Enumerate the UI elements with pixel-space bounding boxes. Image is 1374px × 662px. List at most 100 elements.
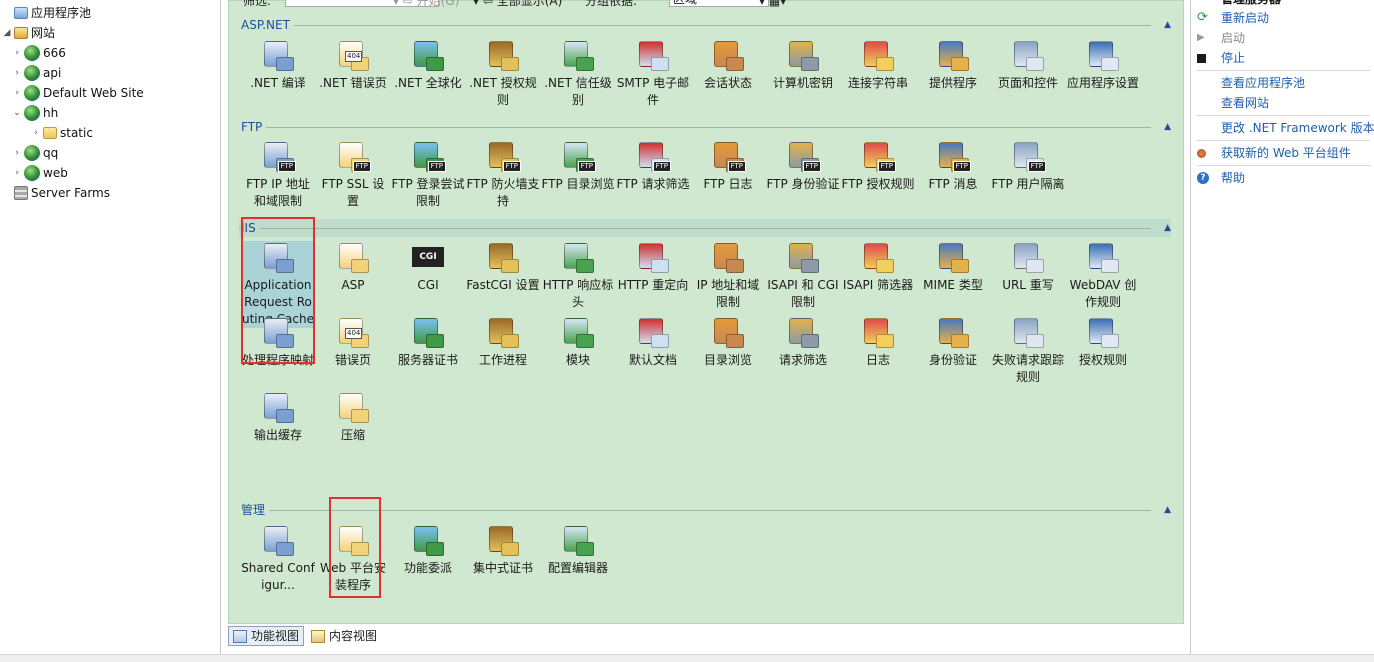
feature-item[interactable]: 日志 (841, 316, 915, 369)
feature-item[interactable]: 应用程序设置 (1066, 39, 1140, 92)
tree-node-site-hh[interactable]: ⌄ hh (12, 103, 58, 123)
chevron-right-icon[interactable]: › (12, 43, 22, 63)
feature-item[interactable]: 会话状态 (691, 39, 765, 92)
feature-item[interactable]: .NET 全球化 (391, 39, 465, 92)
get-web-platform-components-link[interactable]: 获取新的 Web 平台组件 (1197, 144, 1351, 162)
feature-item[interactable]: 处理程序映射 (241, 316, 315, 369)
feature-item[interactable]: ASP (316, 241, 390, 294)
tree-node-site-default[interactable]: › Default Web Site (12, 83, 144, 103)
tree-node-folder-static[interactable]: › static (31, 123, 93, 143)
collapse-icon[interactable]: ▲ (1164, 118, 1171, 136)
feature-item[interactable]: 集中式证书 (466, 524, 540, 577)
icon-overlay (651, 259, 669, 273)
show-all-button[interactable]: ▾ ⇦ 全部显示(A) (473, 0, 562, 9)
feature-item[interactable]: 连接字符串 (841, 39, 915, 92)
feature-item[interactable]: FTP FTP SSL 设置 (316, 140, 390, 210)
feature-item[interactable]: IP 地址和域限制 (691, 241, 765, 311)
feature-item[interactable]: FTP FTP 日志 (691, 140, 765, 193)
start-link[interactable]: ▶ 启动 (1197, 29, 1245, 47)
tab-content-view[interactable]: 内容视图 (306, 626, 382, 646)
section-title: ASP.NET (241, 18, 294, 32)
feature-item[interactable]: 页面和控件 (991, 39, 1065, 92)
section-header-aspnet[interactable]: ASP.NET ▲ (241, 16, 1171, 34)
view-sites-link[interactable]: 查看网站 (1221, 94, 1269, 112)
ftp-badge: FTP (277, 161, 296, 172)
tree-node-site-web[interactable]: › web (12, 163, 68, 183)
feature-item[interactable]: 失败请求跟踪规则 (991, 316, 1065, 386)
feature-item[interactable]: FTP FTP 消息 (916, 140, 990, 193)
feature-item[interactable]: 404 错误页 (316, 316, 390, 369)
feature-item[interactable]: 功能委派 (391, 524, 465, 577)
feature-item[interactable]: HTTP 重定向 (616, 241, 690, 294)
feature-item[interactable]: 404 .NET 错误页 (316, 39, 390, 92)
feature-item[interactable]: Shared Configur... (241, 524, 315, 594)
feature-item[interactable]: HTTP 响应标头 (541, 241, 615, 311)
chevron-right-icon[interactable]: › (12, 143, 22, 163)
change-framework-link[interactable]: 更改 .NET Framework 版本 (1221, 119, 1374, 137)
tree-node-sites[interactable]: ◢ 网站 (2, 23, 55, 43)
expand-arrow-icon[interactable]: ◢ (2, 23, 12, 43)
stop-link[interactable]: 停止 (1197, 49, 1245, 67)
feature-item[interactable]: Application Request Routing Cache (241, 241, 315, 328)
feature-item[interactable]: 模块 (541, 316, 615, 369)
feature-item[interactable]: 配置编辑器 (541, 524, 615, 577)
feature-item[interactable]: FTP FTP IP 地址和域限制 (241, 140, 315, 210)
feature-item[interactable]: 提供程序 (916, 39, 990, 92)
feature-item[interactable]: FTP FTP 用户隔离 (991, 140, 1065, 193)
tree-node-app-pools[interactable]: 应用程序池 (2, 3, 91, 23)
feature-item[interactable]: FTP FTP 防火墙支持 (466, 140, 540, 210)
feature-item[interactable]: 输出缓存 (241, 391, 315, 444)
tab-features-view[interactable]: 功能视图 (228, 626, 305, 646)
feature-item[interactable]: 默认文档 (616, 316, 690, 369)
feature-label: Shared Configur... (241, 561, 315, 592)
feature-item[interactable]: 计算机密钥 (766, 39, 840, 92)
restart-link[interactable]: ⟳ 重新启动 (1197, 9, 1269, 27)
feature-item[interactable]: CGI CGI (391, 241, 465, 294)
section-header-ftp[interactable]: FTP ▲ (241, 118, 1171, 136)
feature-item[interactable]: .NET 授权规则 (466, 39, 540, 109)
feature-item[interactable]: 目录浏览 (691, 316, 765, 369)
feature-item[interactable]: FastCGI 设置 (466, 241, 540, 294)
feature-item[interactable]: 身份验证 (916, 316, 990, 369)
feature-item[interactable]: WebDAV 创作规则 (1066, 241, 1140, 311)
tree-node-site-qq[interactable]: › qq (12, 143, 58, 163)
view-app-pools-link[interactable]: 查看应用程序池 (1221, 74, 1305, 92)
help-link[interactable]: ? 帮助 (1197, 169, 1245, 187)
feature-item[interactable]: .NET 编译 (241, 39, 315, 92)
go-button[interactable]: ▾ ⇨ 开始(G) (393, 0, 459, 9)
feature-item[interactable]: MIME 类型 (916, 241, 990, 294)
feature-item[interactable]: FTP FTP 请求筛选 (616, 140, 690, 193)
feature-item[interactable]: .NET 信任级别 (541, 39, 615, 109)
tree-node-site-api[interactable]: › api (12, 63, 61, 83)
feature-item[interactable]: ISAPI 筛选器 (841, 241, 915, 294)
group-by-select[interactable]: 区域 (669, 0, 769, 7)
ftp-log-icon: FTP (712, 140, 746, 172)
feature-label: .NET 全球化 (394, 76, 462, 90)
feature-item[interactable]: FTP FTP 目录浏览 (541, 140, 615, 193)
feature-item[interactable]: 授权规则 (1066, 316, 1140, 369)
feature-item[interactable]: 压缩 (316, 391, 390, 444)
collapse-icon[interactable]: ▲ (1164, 16, 1171, 34)
section-header-iis[interactable]: IIS ▲ (239, 219, 1171, 237)
chevron-right-icon[interactable]: › (31, 123, 41, 143)
feature-item[interactable]: FTP FTP 身份验证 (766, 140, 840, 193)
chevron-right-icon[interactable]: › (12, 83, 22, 103)
feature-item[interactable]: URL 重写 (991, 241, 1065, 294)
chevron-right-icon[interactable]: › (12, 163, 22, 183)
feature-item[interactable]: 请求筛选 (766, 316, 840, 369)
chevron-down-icon[interactable]: ⌄ (12, 103, 22, 123)
feature-item[interactable]: 工作进程 (466, 316, 540, 369)
tree-node-server-farms[interactable]: Server Farms (2, 183, 110, 203)
collapse-icon[interactable]: ▲ (1164, 219, 1171, 237)
feature-item[interactable]: FTP FTP 登录尝试限制 (391, 140, 465, 210)
feature-item[interactable]: FTP FTP 授权规则 (841, 140, 915, 193)
view-mode-button[interactable]: ▾ ▦▾ (759, 0, 786, 9)
tree-node-site-666[interactable]: › 666 (12, 43, 66, 63)
collapse-icon[interactable]: ▲ (1164, 501, 1171, 519)
feature-item[interactable]: ISAPI 和 CGI 限制 (766, 241, 840, 311)
feature-item[interactable]: SMTP 电子邮件 (616, 39, 690, 109)
feature-item[interactable]: 服务器证书 (391, 316, 465, 369)
chevron-right-icon[interactable]: › (12, 63, 22, 83)
section-header-manage[interactable]: 管理 ▲ (241, 501, 1171, 519)
feature-item[interactable]: Web 平台安装程序 (316, 524, 390, 594)
